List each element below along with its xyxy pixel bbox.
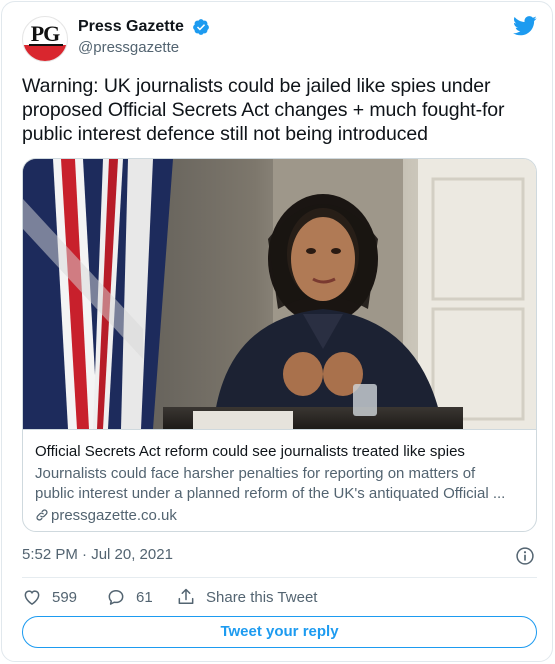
reply-count: 61 xyxy=(136,588,153,606)
tweet-timestamp[interactable]: 5:52 PM · Jul 20, 2021 xyxy=(22,546,173,563)
tweet-header: PG Press Gazette @pressgazette xyxy=(22,14,537,62)
tweet-text: Warning: UK journalists could be jailed … xyxy=(22,75,505,145)
tweet-your-reply-button[interactable]: Tweet your reply xyxy=(22,616,537,648)
action-bar: 599 61 Share this Tweet xyxy=(22,586,537,608)
like-count: 599 xyxy=(52,588,78,606)
card-description-line-2: public interest under a planned reform o… xyxy=(35,485,506,502)
reply-action[interactable]: 61 xyxy=(106,586,153,608)
reply-icon xyxy=(108,590,124,605)
card-domain-text[interactable]: pressgazette.co.uk xyxy=(51,507,177,524)
like-action[interactable]: 599 xyxy=(22,586,77,608)
tweet-embed: PG Press Gazette @pressgazette Warning: … xyxy=(1,1,553,662)
card-photo xyxy=(23,159,536,429)
display-name[interactable]: Press Gazette xyxy=(78,18,184,36)
heart-icon xyxy=(24,590,40,605)
link-icon xyxy=(36,509,48,521)
card-title[interactable]: Official Secrets Act reform could see jo… xyxy=(35,442,526,462)
card-body[interactable]: Official Secrets Act reform could see jo… xyxy=(23,429,536,531)
account-handle[interactable]: @pressgazette xyxy=(78,39,210,56)
share-label: Share this Tweet xyxy=(206,588,318,606)
card-description: Journalists could face harsher penalties… xyxy=(35,464,526,504)
link-card[interactable]: Official Secrets Act reform could see jo… xyxy=(22,158,537,532)
card-description-line-1: Journalists could face harsher penalties… xyxy=(35,465,476,482)
share-action[interactable]: Share this Tweet xyxy=(176,586,317,608)
verified-badge-icon xyxy=(193,19,210,35)
twitter-bird-icon[interactable] xyxy=(513,16,537,36)
avatar-logo-red-band xyxy=(23,45,67,61)
card-image[interactable] xyxy=(23,159,536,429)
card-domain[interactable]: pressgazette.co.uk xyxy=(35,506,526,526)
avatar-logo-line xyxy=(29,44,63,46)
info-icon[interactable] xyxy=(515,546,535,566)
avatar[interactable]: PG xyxy=(22,16,68,62)
divider xyxy=(22,577,537,578)
account-name-block[interactable]: Press Gazette @pressgazette xyxy=(78,18,210,56)
share-icon xyxy=(178,588,194,604)
